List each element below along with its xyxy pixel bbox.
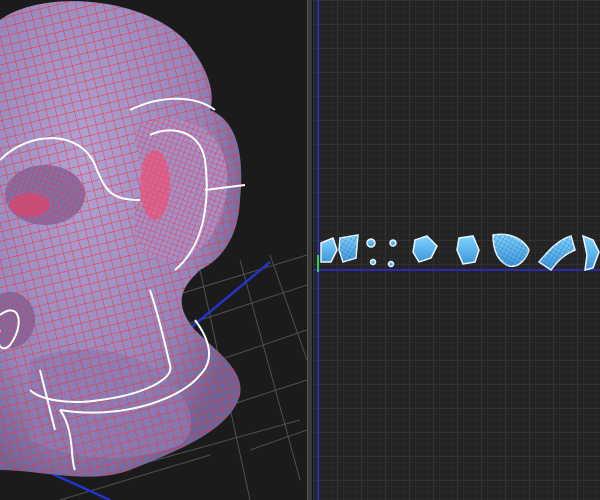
uv-canvas bbox=[313, 0, 600, 500]
uv-island[interactable] bbox=[369, 258, 377, 266]
uv-island[interactable] bbox=[389, 239, 397, 247]
viewport-3d[interactable] bbox=[0, 0, 307, 500]
head-mesh[interactable] bbox=[0, 1, 242, 477]
modeling-app-window bbox=[0, 0, 600, 500]
viewport-scene bbox=[0, 1, 307, 500]
uv-island[interactable] bbox=[366, 238, 376, 248]
uv-editor[interactable] bbox=[313, 0, 600, 500]
uv-island[interactable] bbox=[387, 260, 395, 268]
